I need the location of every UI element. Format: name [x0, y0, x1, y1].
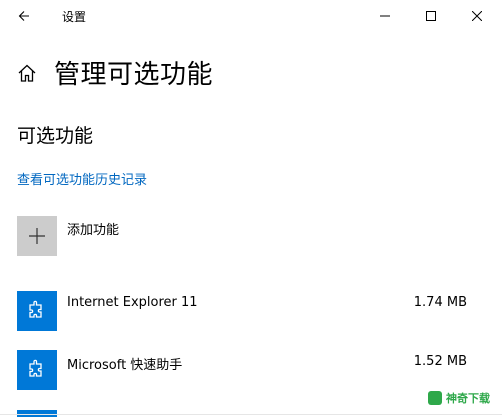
add-feature-label: 添加功能	[67, 223, 120, 238]
add-feature-tile[interactable]	[17, 216, 57, 256]
maximize-icon	[426, 11, 436, 21]
window-title: 设置	[62, 10, 87, 24]
feature-name: Internet Explorer 11	[67, 295, 198, 310]
section-title: 可选功能	[17, 125, 94, 147]
close-button[interactable]	[454, 0, 500, 32]
page-title: 管理可选功能	[54, 60, 214, 90]
title-bar: 设置	[0, 0, 502, 32]
feature-name: Microsoft 快速助手	[67, 358, 183, 373]
plus-icon	[29, 228, 45, 244]
watermark-logo-icon	[428, 391, 442, 405]
home-icon[interactable]	[16, 62, 38, 84]
bottom-divider	[0, 414, 502, 415]
feature-size: 1.52 MB	[413, 354, 467, 369]
back-arrow-icon	[18, 11, 29, 21]
puzzle-icon	[29, 300, 42, 318]
puzzle-icon	[29, 359, 42, 377]
close-icon	[472, 11, 482, 21]
feature-item-quick-assist[interactable]: Microsoft 快速助手 1.52 MB	[17, 350, 467, 390]
page-header: 管理可选功能	[16, 54, 213, 91]
view-history-link[interactable]: 查看可选功能历史记录	[17, 169, 147, 188]
add-feature-button[interactable]: 添加功能	[17, 216, 119, 256]
watermark-text: 神奇下载	[446, 392, 490, 405]
feature-tile	[17, 350, 57, 390]
minimize-button[interactable]	[362, 0, 408, 32]
feature-tile	[17, 291, 57, 331]
maximize-button[interactable]	[408, 0, 454, 32]
feature-item-internet-explorer[interactable]: Internet Explorer 11 1.74 MB	[17, 291, 467, 331]
back-button[interactable]	[12, 4, 36, 28]
feature-size: 1.74 MB	[413, 295, 467, 310]
minimize-icon	[380, 15, 390, 17]
watermark: 神奇下载	[428, 390, 490, 406]
